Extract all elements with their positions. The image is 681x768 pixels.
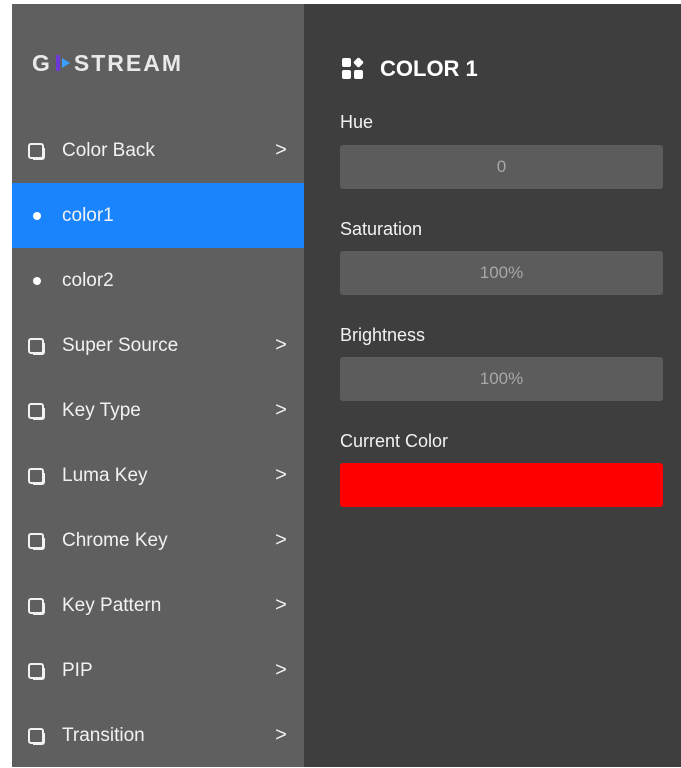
panel-title: COLOR 1 <box>342 56 478 82</box>
logo-play-icon <box>54 52 72 74</box>
sidebar-item-label: Chrome Key <box>62 529 168 551</box>
layers-icon <box>28 467 46 485</box>
current-color-swatch[interactable] <box>340 463 663 507</box>
sidebar: G STREAM Color Back > color1 color2 Supe… <box>12 4 304 767</box>
apps-grid-icon <box>342 57 364 80</box>
logo-text-right: STREAM <box>73 49 184 76</box>
chevron-right-icon: > <box>275 464 287 486</box>
gostream-logo: G STREAM <box>32 46 183 80</box>
layers-icon <box>28 662 46 680</box>
chevron-right-icon: > <box>275 659 287 681</box>
chevron-right-icon: > <box>275 529 287 551</box>
chevron-right-icon: > <box>275 334 287 356</box>
panel-title-text: COLOR 1 <box>380 56 478 81</box>
dot-icon <box>28 272 46 290</box>
hue-label: Hue <box>340 112 374 132</box>
sidebar-item-key-pattern[interactable]: Key Pattern > <box>12 573 304 638</box>
sidebar-item-super-source[interactable]: Super Source > <box>12 313 304 378</box>
sidebar-item-label: Color Back <box>62 139 155 161</box>
hue-input[interactable] <box>340 145 663 189</box>
sidebar-item-label: color1 <box>62 204 114 226</box>
brightness-label: Brightness <box>340 325 426 345</box>
current-color-label: Current Color <box>340 431 449 451</box>
sidebar-item-label: color2 <box>62 269 114 291</box>
chevron-right-icon: > <box>275 139 287 161</box>
layers-icon <box>28 142 46 160</box>
sidebar-item-color-back[interactable]: Color Back > <box>12 118 304 183</box>
sidebar-item-label: Luma Key <box>62 464 148 486</box>
sidebar-item-luma-key[interactable]: Luma Key > <box>12 443 304 508</box>
saturation-input[interactable] <box>340 251 663 295</box>
layers-icon <box>28 597 46 615</box>
sidebar-item-pip[interactable]: PIP > <box>12 638 304 703</box>
brightness-input[interactable] <box>340 357 663 401</box>
layers-icon <box>28 727 46 745</box>
chevron-right-icon: > <box>275 594 287 616</box>
sidebar-menu: Color Back > color1 color2 Super Source … <box>12 118 304 768</box>
chevron-right-icon: > <box>275 724 287 746</box>
saturation-label: Saturation <box>340 219 423 239</box>
sidebar-item-label: Key Type <box>62 399 141 421</box>
sidebar-item-label: Super Source <box>62 334 179 356</box>
sidebar-item-color1[interactable]: color1 <box>12 183 304 248</box>
app-window: G STREAM Color Back > color1 color2 Supe… <box>12 4 681 767</box>
layers-icon <box>28 337 46 355</box>
sidebar-item-color2[interactable]: color2 <box>12 248 304 313</box>
sidebar-item-transition[interactable]: Transition > <box>12 703 304 768</box>
sidebar-item-label: Transition <box>62 724 145 746</box>
chevron-right-icon: > <box>275 399 287 421</box>
color-settings-panel: COLOR 1 Hue Saturation Brightness Curren… <box>304 4 681 767</box>
sidebar-item-label: Key Pattern <box>62 594 162 616</box>
logo-text-left: G <box>32 49 52 76</box>
layers-icon <box>28 402 46 420</box>
sidebar-item-label: PIP <box>62 659 93 681</box>
dot-icon <box>28 207 46 225</box>
layers-icon <box>28 532 46 550</box>
sidebar-item-chrome-key[interactable]: Chrome Key > <box>12 508 304 573</box>
sidebar-item-key-type[interactable]: Key Type > <box>12 378 304 443</box>
